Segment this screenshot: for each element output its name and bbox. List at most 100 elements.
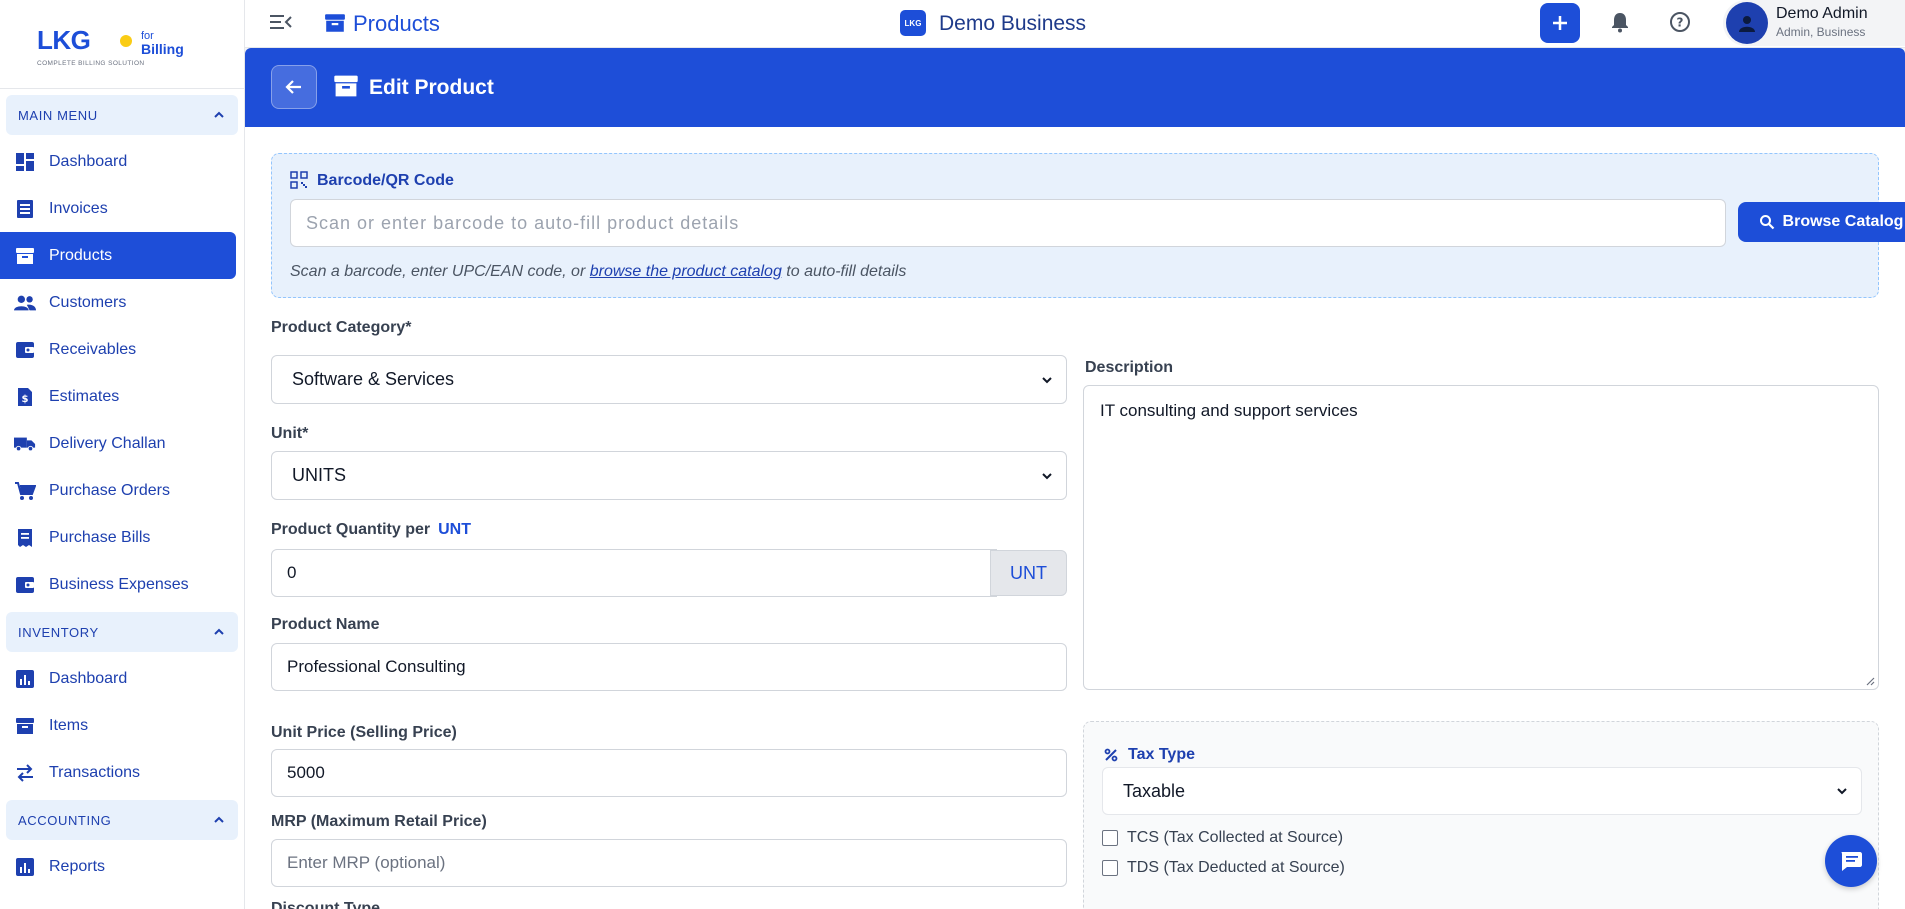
barcode-title: Barcode/QR Code <box>317 172 454 189</box>
percent-icon <box>1104 748 1118 762</box>
browse-catalog-button[interactable]: Browse Catalog <box>1738 202 1905 242</box>
wallet-icon <box>16 576 34 593</box>
description-textarea[interactable]: IT consulting and support services <box>1083 385 1879 690</box>
back-button[interactable] <box>271 65 317 109</box>
description-label: Description <box>1085 359 1174 376</box>
dollar-file-icon: $ <box>18 387 32 406</box>
arrow-left-icon <box>285 80 301 94</box>
swap-arrows-icon <box>17 763 33 782</box>
section-main-menu[interactable]: MAIN MENU <box>6 95 238 135</box>
barcode-section: Barcode/QR Code Browse Catalog Scan a ba… <box>271 153 1905 298</box>
sidebar-item-customers[interactable]: Customers <box>0 279 236 326</box>
sidebar-item-label: Customers <box>49 293 127 311</box>
sidebar-item-label: Reports <box>49 857 106 875</box>
wallet-icon <box>16 341 34 358</box>
tcs-checkbox[interactable] <box>1102 830 1118 846</box>
brand-logo[interactable]: LKG for Billing COMPLETE BILLING SOLUTIO… <box>0 0 244 89</box>
tds-checkbox[interactable] <box>1102 860 1118 876</box>
chat-button[interactable] <box>1825 835 1877 887</box>
unit-price-label: Unit Price (Selling Price) <box>271 724 457 741</box>
user-role: Admin, Business <box>1776 25 1866 39</box>
edit-product-header: Edit Product <box>245 48 1905 127</box>
sidebar-item-dashboard[interactable]: Dashboard <box>0 138 236 185</box>
tax-type-section: Tax Type Taxable TCS (Tax Collected at S… <box>1083 721 1879 909</box>
section-title: INVENTORY <box>18 624 99 640</box>
unit-price-input[interactable] <box>271 749 1067 797</box>
business-name[interactable]: Demo Business <box>939 12 1086 36</box>
barcode-input[interactable] <box>290 199 1726 247</box>
resize-handle-icon[interactable] <box>1865 676 1875 686</box>
product-category-select[interactable]: Software & Services <box>271 355 1067 404</box>
tcs-checkbox-row[interactable]: TCS (Tax Collected at Source) <box>1102 829 1343 847</box>
chevron-down-icon <box>1042 472 1052 479</box>
discount-type-label: Discount Type <box>271 900 381 909</box>
quantity-unit-addon: UNT <box>990 550 1067 596</box>
product-quantity-input[interactable] <box>271 549 997 597</box>
help-button[interactable]: ? <box>1669 11 1691 33</box>
sidebar-item-reports[interactable]: Reports <box>0 843 236 890</box>
help-icon: ? <box>1670 12 1690 32</box>
avatar <box>1726 2 1768 44</box>
sidebar-item-label: Purchase Bills <box>49 528 151 546</box>
logo-text: LKG <box>37 25 91 55</box>
tax-type-select[interactable]: Taxable <box>1102 767 1862 815</box>
product-name-label: Product Name <box>271 616 380 633</box>
page-title: Products <box>353 11 440 36</box>
sidebar-item-purchase-orders[interactable]: Purchase Orders <box>0 467 236 514</box>
sidebar-item-items[interactable]: Items <box>0 702 236 749</box>
mrp-label: MRP (Maximum Retail Price) <box>271 813 487 830</box>
menu-collapse-button[interactable] <box>269 12 293 32</box>
section-title: ACCOUNTING <box>18 812 112 828</box>
sidebar-item-label: Products <box>49 246 113 264</box>
barcode-hint: Scan a barcode, enter UPC/EAN code, or b… <box>290 263 906 281</box>
unit-label: Unit* <box>271 425 309 442</box>
hint-text: to auto-fill details <box>781 263 907 280</box>
sidebar-item-purchase-bills[interactable]: Purchase Bills <box>0 514 236 561</box>
people-icon <box>14 295 36 310</box>
sidebar-item-label: Receivables <box>49 340 137 358</box>
sidebar: LKG for Billing COMPLETE BILLING SOLUTIO… <box>0 0 245 909</box>
hint-text: Scan a barcode, enter UPC/EAN code, or <box>290 263 590 280</box>
sidebar-item-transactions[interactable]: Transactions <box>0 749 236 796</box>
sidebar-item-label: Estimates <box>49 387 120 405</box>
quick-add-button[interactable] <box>1540 3 1580 43</box>
sidebar-item-products[interactable]: Products <box>0 232 236 279</box>
chevron-up-icon <box>214 816 224 823</box>
mrp-input[interactable] <box>271 839 1067 887</box>
sidebar-item-label: Dashboard <box>49 152 128 170</box>
tds-label: TDS (Tax Deducted at Source) <box>1127 859 1345 876</box>
notifications-button[interactable] <box>1610 11 1630 33</box>
unit-select[interactable]: UNITS <box>271 451 1067 500</box>
tcs-label: TCS (Tax Collected at Source) <box>1127 829 1344 846</box>
truck-icon <box>14 437 36 451</box>
section-inventory[interactable]: INVENTORY <box>6 612 238 652</box>
product-quantity-label: Product Quantity per UNT <box>271 521 471 539</box>
user-name: Demo Admin <box>1776 5 1868 22</box>
tds-checkbox-row[interactable]: TDS (Tax Deducted at Source) <box>1102 859 1345 877</box>
sidebar-item-inventory-dashboard[interactable]: Dashboard <box>0 655 236 702</box>
edit-product-form: Barcode/QR Code Browse Catalog Scan a ba… <box>245 127 1905 909</box>
sidebar-item-business-expenses[interactable]: Business Expenses <box>0 561 236 608</box>
logo-billing-text: Billing <box>141 41 184 57</box>
user-menu[interactable]: Demo Admin Admin, Business <box>1723 0 1905 46</box>
sidebar-item-invoices[interactable]: Invoices <box>0 185 236 232</box>
chat-icon <box>1841 852 1862 871</box>
qr-code-icon <box>290 171 308 189</box>
sidebar-item-label: Items <box>49 716 89 734</box>
browse-catalog-label: Browse Catalog <box>1782 213 1904 230</box>
sidebar-item-delivery-challan[interactable]: Delivery Challan <box>0 420 236 467</box>
section-accounting[interactable]: ACCOUNTING <box>6 800 238 840</box>
selected-value: Taxable <box>1123 780 1186 801</box>
chevron-down-icon <box>1837 788 1847 795</box>
tax-type-title-text: Tax Type <box>1128 746 1195 763</box>
search-icon <box>1759 215 1774 230</box>
chevron-down-icon <box>1042 376 1052 383</box>
chevron-up-icon <box>214 628 224 635</box>
svg-text:?: ? <box>1677 16 1684 30</box>
browse-catalog-link[interactable]: browse the product catalog <box>590 263 782 280</box>
sidebar-item-receivables[interactable]: Receivables <box>0 326 236 373</box>
product-name-input[interactable] <box>271 643 1067 691</box>
sidebar-item-estimates[interactable]: $ Estimates <box>0 373 236 420</box>
receipt-icon <box>18 528 32 547</box>
archive-box-icon <box>325 14 345 32</box>
